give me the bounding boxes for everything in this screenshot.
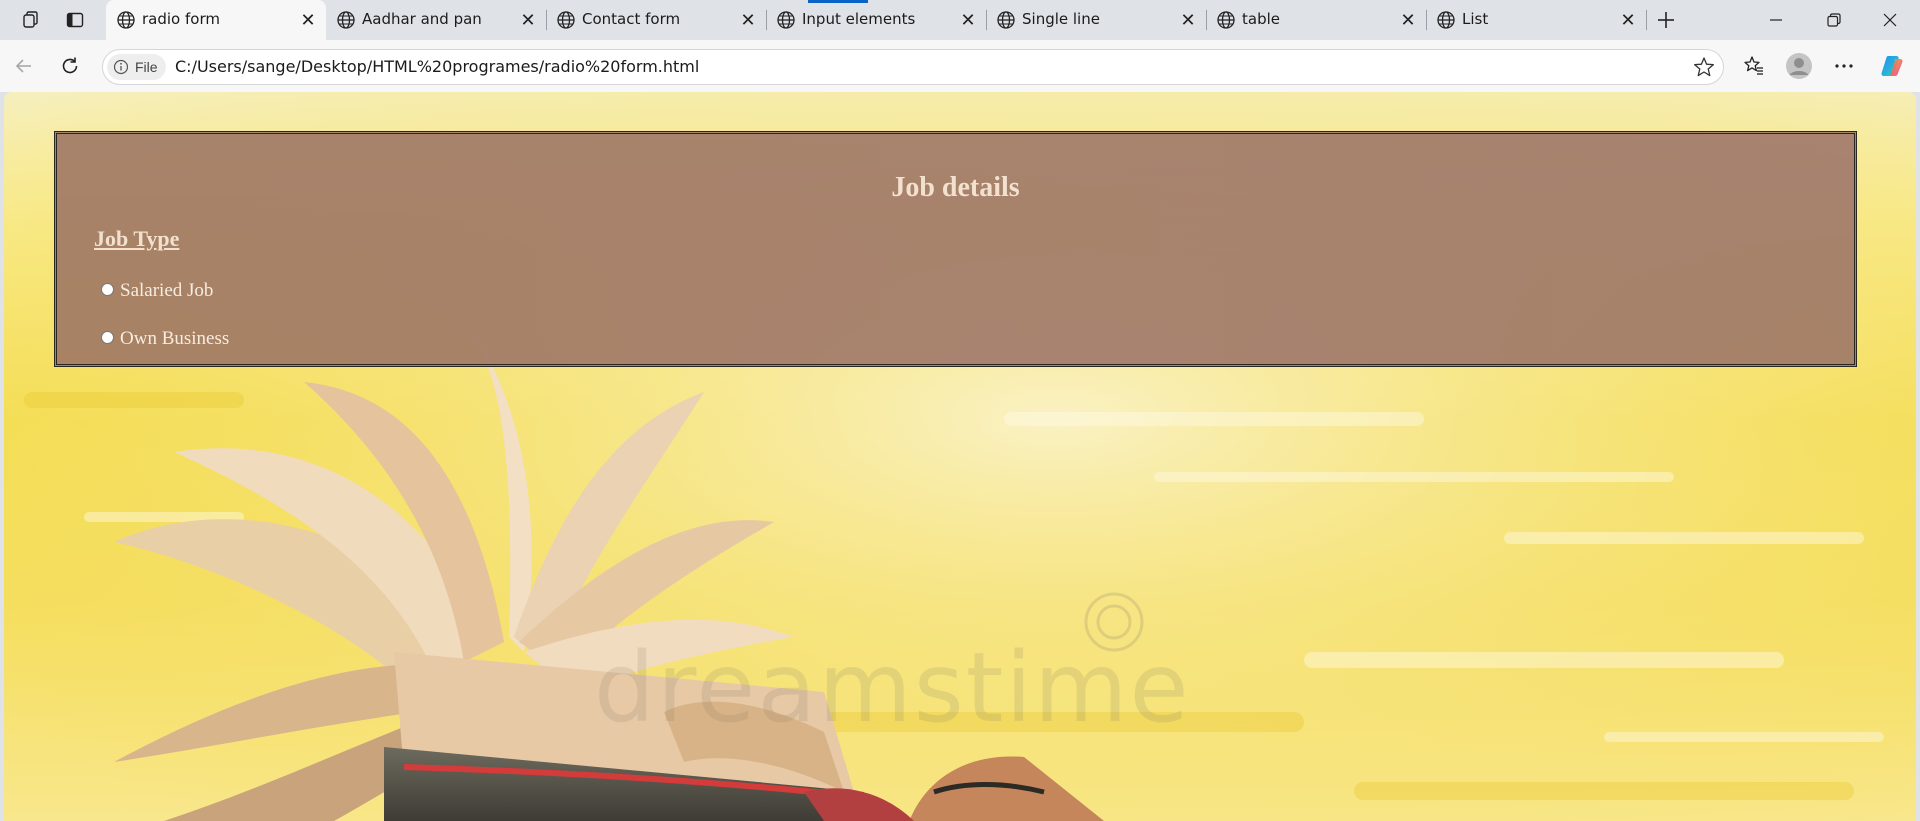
close-icon (1883, 13, 1897, 27)
close-window-button[interactable] (1862, 0, 1918, 40)
tab-aadhar-and-pan[interactable]: Aadhar and pan ✕ (326, 0, 546, 40)
form-background (57, 134, 1854, 364)
favorites-button[interactable] (1738, 50, 1770, 82)
plus-icon (1658, 12, 1674, 28)
site-info-label: File (135, 59, 158, 75)
close-tab-icon[interactable]: ✕ (738, 10, 758, 30)
watermark-text: dreamstime (594, 632, 1191, 744)
back-button[interactable] (8, 50, 40, 82)
close-tab-icon[interactable]: ✕ (958, 10, 978, 30)
site-info-button[interactable]: File (107, 54, 166, 80)
settings-more-button[interactable] (1828, 50, 1860, 82)
tab-table[interactable]: table ✕ (1206, 0, 1426, 40)
vertical-tabs-icon[interactable] (60, 6, 90, 34)
star-icon[interactable] (1693, 56, 1715, 78)
tab-single-line[interactable]: Single line ✕ (986, 0, 1206, 40)
tab-title: table (1242, 10, 1280, 28)
info-icon (113, 59, 129, 75)
tab-input-elements[interactable]: Input elements ✕ (766, 0, 986, 40)
tab-title: Aadhar and pan (362, 10, 482, 28)
globe-icon (337, 11, 355, 29)
url-text[interactable]: C:/Users/sange/Desktop/HTML%20programes/… (175, 57, 699, 76)
globe-icon (1437, 11, 1455, 29)
tab-separator (1646, 10, 1647, 30)
more-icon (1835, 64, 1853, 68)
back-arrow-icon (15, 59, 31, 73)
salaried-job-label: Salaried Job (120, 280, 214, 301)
tab-title: List (1462, 10, 1489, 28)
refresh-icon (62, 57, 78, 74)
close-tab-icon[interactable]: ✕ (298, 10, 318, 30)
browser-toolbar: File C:/Users/sange/Desktop/HTML%20progr… (0, 40, 1920, 92)
avatar-icon (1786, 53, 1812, 79)
globe-icon (997, 11, 1015, 29)
tab-title: Input elements (802, 10, 916, 28)
restore-button[interactable] (1806, 0, 1862, 40)
globe-icon (777, 11, 795, 29)
globe-icon (1217, 11, 1235, 29)
salaried-job-radio[interactable] (101, 282, 114, 296)
favorites-icon (1744, 56, 1763, 75)
tab-radio-form[interactable]: radio form ✕ (106, 0, 326, 40)
globe-icon (117, 11, 135, 29)
page-title: Job details (891, 172, 1020, 203)
workspaces-icon[interactable] (16, 6, 46, 34)
tab-title: Single line (1022, 10, 1100, 28)
tab-list[interactable]: List ✕ (1426, 0, 1646, 40)
job-details-form: Job details Job Type Salaried Job Own Bu… (54, 131, 1857, 367)
close-tab-icon[interactable]: ✕ (1618, 10, 1638, 30)
tab-contact-form[interactable]: Contact form ✕ (546, 0, 766, 40)
job-type-heading: Job Type (94, 226, 180, 251)
globe-icon (557, 11, 575, 29)
copilot-icon (1881, 56, 1903, 76)
address-bar[interactable]: File C:/Users/sange/Desktop/HTML%20progr… (102, 49, 1724, 85)
refresh-button[interactable] (54, 50, 86, 82)
new-tab-button[interactable] (1651, 6, 1681, 34)
tab-loading-indicator (808, 0, 868, 3)
tab-strip: radio form ✕ Aadhar and pan ✕ Contact fo… (0, 0, 1920, 40)
salaried-job-option[interactable]: Salaried Job (101, 280, 213, 302)
close-tab-icon[interactable]: ✕ (1178, 10, 1198, 30)
tab-title: Contact form (582, 10, 681, 28)
own-business-label: Own Business (120, 328, 230, 349)
tab-title: radio form (142, 10, 220, 28)
profile-button[interactable] (1783, 50, 1815, 82)
copilot-button[interactable] (1876, 50, 1908, 82)
minimize-icon (1770, 19, 1782, 21)
own-business-option[interactable]: Own Business (101, 328, 229, 350)
close-tab-icon[interactable]: ✕ (518, 10, 538, 30)
restore-icon (1827, 13, 1841, 27)
close-tab-icon[interactable]: ✕ (1398, 10, 1418, 30)
page-viewport: dreamstime Job details Job Type Salaried… (4, 92, 1916, 821)
minimize-button[interactable] (1748, 0, 1804, 40)
own-business-radio[interactable] (101, 330, 114, 344)
